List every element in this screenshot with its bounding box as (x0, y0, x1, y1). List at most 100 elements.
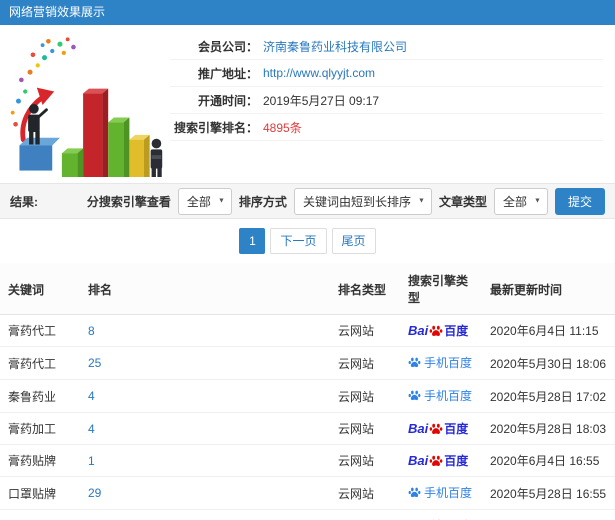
rank-type-cell: 云网站 (330, 379, 400, 413)
table-row: 口罩贴牌 29 云网站 手机百度 2020年5月28日 16:55 (0, 476, 615, 510)
company-link[interactable]: 济南秦鲁药业科技有限公司 (263, 38, 407, 55)
engine-cell: 手机百度 (400, 346, 482, 380)
info-row-url: 推广地址： http://www.qlyyjt.com (170, 60, 603, 87)
submit-button[interactable]: 提交 (554, 187, 605, 215)
chevron-down-icon: ▼ (217, 197, 225, 205)
rank-type-cell: 云网站 (330, 412, 400, 445)
rank-cell: 4 (80, 379, 330, 413)
article-type-value: 全部 (502, 194, 527, 209)
sort-select[interactable]: 关键词由短到长排序 ▼ (293, 187, 432, 215)
mobile-baidu-paw-icon (408, 486, 421, 499)
table-row: 膏药加工 4 云网站 Bai 百度 2020年5月28日 18:03 (0, 412, 615, 445)
article-type-select[interactable]: 全部 ▼ (493, 187, 548, 215)
mobile-baidu-paw-icon (408, 356, 421, 369)
rank-cell: 29 (80, 476, 330, 510)
rank-cell: 1 (80, 444, 330, 477)
open-time-value: 2019年5月27日 09:17 (263, 93, 380, 108)
rank-link[interactable]: 4 (88, 389, 95, 403)
mobile-baidu-logo: 手机百度 (408, 484, 472, 501)
baidu-paw-icon (429, 454, 443, 468)
open-time-label: 开通时间： (197, 93, 258, 108)
updated-cell: 2020年5月28日 16:55 (482, 476, 615, 510)
rank-link[interactable]: 25 (88, 356, 101, 370)
col-engine-type: 搜索引擎类型 (400, 263, 482, 315)
company-info: 会员公司： 济南秦鲁药业科技有限公司 推广地址： http://www.qlyy… (170, 25, 615, 141)
table-row: 膏药贴牌 1 云网站 Bai 百度 2020年6月4日 16:55 (0, 444, 615, 477)
updated-cell: 2020年5月30日 18:06 (482, 346, 615, 380)
filter-bar: 结果: 分搜索引擎查看 全部 ▼ 排序方式 关键词由短到长排序 ▼ 文章类型 全… (0, 183, 615, 219)
updated-cell: 2020年5月28日 18:03 (482, 412, 615, 445)
keyword-cell: 膏药代工 (0, 346, 80, 380)
engine-cell: 手机百度 (400, 379, 482, 413)
keyword-cell: 口罩贴牌 (0, 476, 80, 510)
table-row: 秦鲁药业 4 云网站 手机百度 2020年5月28日 17:02 (0, 379, 615, 413)
engine-cell: 手机百度 (400, 476, 482, 510)
titlebar: 网络营销效果展示 (0, 0, 615, 25)
table-row: 膏药代工 8 云网站 Bai 百度 2020年6月4日 11:15 (0, 314, 615, 347)
sort-label: 排序方式 (238, 194, 287, 209)
info-row-company: 会员公司： 济南秦鲁药业科技有限公司 (170, 33, 603, 60)
filter-controls: 分搜索引擎查看 全部 ▼ 排序方式 关键词由短到长排序 ▼ 文章类型 全部 ▼ … (86, 187, 605, 215)
page-number-current[interactable]: 1 (239, 228, 266, 254)
sort-value: 关键词由短到长排序 (302, 194, 411, 209)
engine-filter-value: 全部 (186, 194, 211, 209)
baidu-paw-icon (429, 422, 443, 436)
chevron-down-icon: ▼ (534, 197, 541, 205)
info-section: 会员公司： 济南秦鲁药业科技有限公司 推广地址： http://www.qlyy… (0, 25, 615, 192)
rank-cell: 4 (80, 412, 330, 445)
rank-cell: 17,25 (80, 509, 330, 520)
mobile-baidu-label: 手机百度 (424, 356, 473, 370)
page-title: 网络营销效果展示 (9, 5, 106, 19)
rank-link[interactable]: 1 (88, 454, 95, 468)
col-updated: 最新更新时间 (482, 263, 615, 315)
baidu-logo: Bai 百度 (408, 453, 469, 468)
engine-filter-label: 分搜索引擎查看 (86, 194, 171, 209)
updated-cell: 2020年6月4日 16:55 (482, 444, 615, 477)
baidu-logo: Bai 百度 (408, 421, 469, 436)
col-keyword: 关键词 (0, 263, 80, 315)
rank-count-value: 4895条 (263, 120, 302, 135)
rank-type-cell: 云网站 (330, 476, 400, 510)
rank-link[interactable]: 29 (88, 486, 101, 500)
results-table: 关键词 排名 排名类型 搜索引擎类型 最新更新时间 膏药代工 8 云网站 Bai… (0, 263, 615, 520)
updated-cell: 2020年5月28日 17:02 (482, 379, 615, 413)
mobile-baidu-logo: 手机百度 (408, 387, 472, 404)
baidu-logo: Bai 百度 (408, 323, 469, 338)
rank-link[interactable]: 8 (88, 324, 95, 338)
page: 网络营销效果展示 会员公司： 济南秦鲁药业科技有限公司 推广地址： http:/… (0, 0, 615, 520)
keyword-cell: 金华防护服 (0, 509, 80, 520)
engine-cell: Bai 百度 (400, 314, 482, 347)
pagination: 1 下一页 尾页 (0, 219, 615, 263)
mobile-baidu-label: 手机百度 (424, 486, 473, 500)
keyword-cell: 秦鲁药业 (0, 379, 80, 413)
next-page-button[interactable]: 下一页 (270, 228, 327, 254)
table-row: 金华防护服 17,25 云网站 手机百度 2020年6月20日 09:25 (0, 509, 615, 520)
marketing-illustration (0, 25, 170, 192)
keyword-cell: 膏药代工 (0, 314, 80, 347)
result-label: 结果: (10, 194, 38, 209)
promo-url-label: 推广地址： (197, 66, 258, 81)
info-row-open-time: 开通时间： 2019年5月27日 09:17 (170, 87, 603, 114)
company-label: 会员公司： (197, 39, 258, 54)
mobile-baidu-logo: 手机百度 (408, 354, 472, 371)
table-header-row: 关键词 排名 排名类型 搜索引擎类型 最新更新时间 (0, 263, 615, 315)
promo-url-link[interactable]: http://www.qlyyjt.com (263, 66, 375, 80)
rank-cell: 25 (80, 346, 330, 380)
updated-cell: 2020年6月4日 11:15 (482, 314, 615, 347)
rank-type-cell: 云网站 (330, 314, 400, 347)
col-rank-type: 排名类型 (330, 263, 400, 315)
engine-cell: Bai 百度 (400, 412, 482, 445)
rank-type-cell: 云网站 (330, 444, 400, 477)
article-type-label: 文章类型 (438, 194, 487, 209)
rank-count-label: 搜索引擎排名： (173, 120, 258, 135)
baidu-paw-icon (429, 324, 443, 338)
bar-chart-illustration-icon (10, 37, 163, 192)
chevron-down-icon: ▼ (418, 197, 425, 205)
engine-filter-select[interactable]: 全部 ▼ (177, 187, 232, 215)
updated-cell: 2020年6月20日 09:25 (482, 509, 615, 520)
rank-link[interactable]: 4 (88, 422, 95, 436)
rank-cell: 8 (80, 314, 330, 347)
keyword-cell: 膏药贴牌 (0, 444, 80, 477)
table-row: 膏药代工 25 云网站 手机百度 2020年5月30日 18:06 (0, 346, 615, 380)
last-page-button[interactable]: 尾页 (331, 228, 376, 254)
